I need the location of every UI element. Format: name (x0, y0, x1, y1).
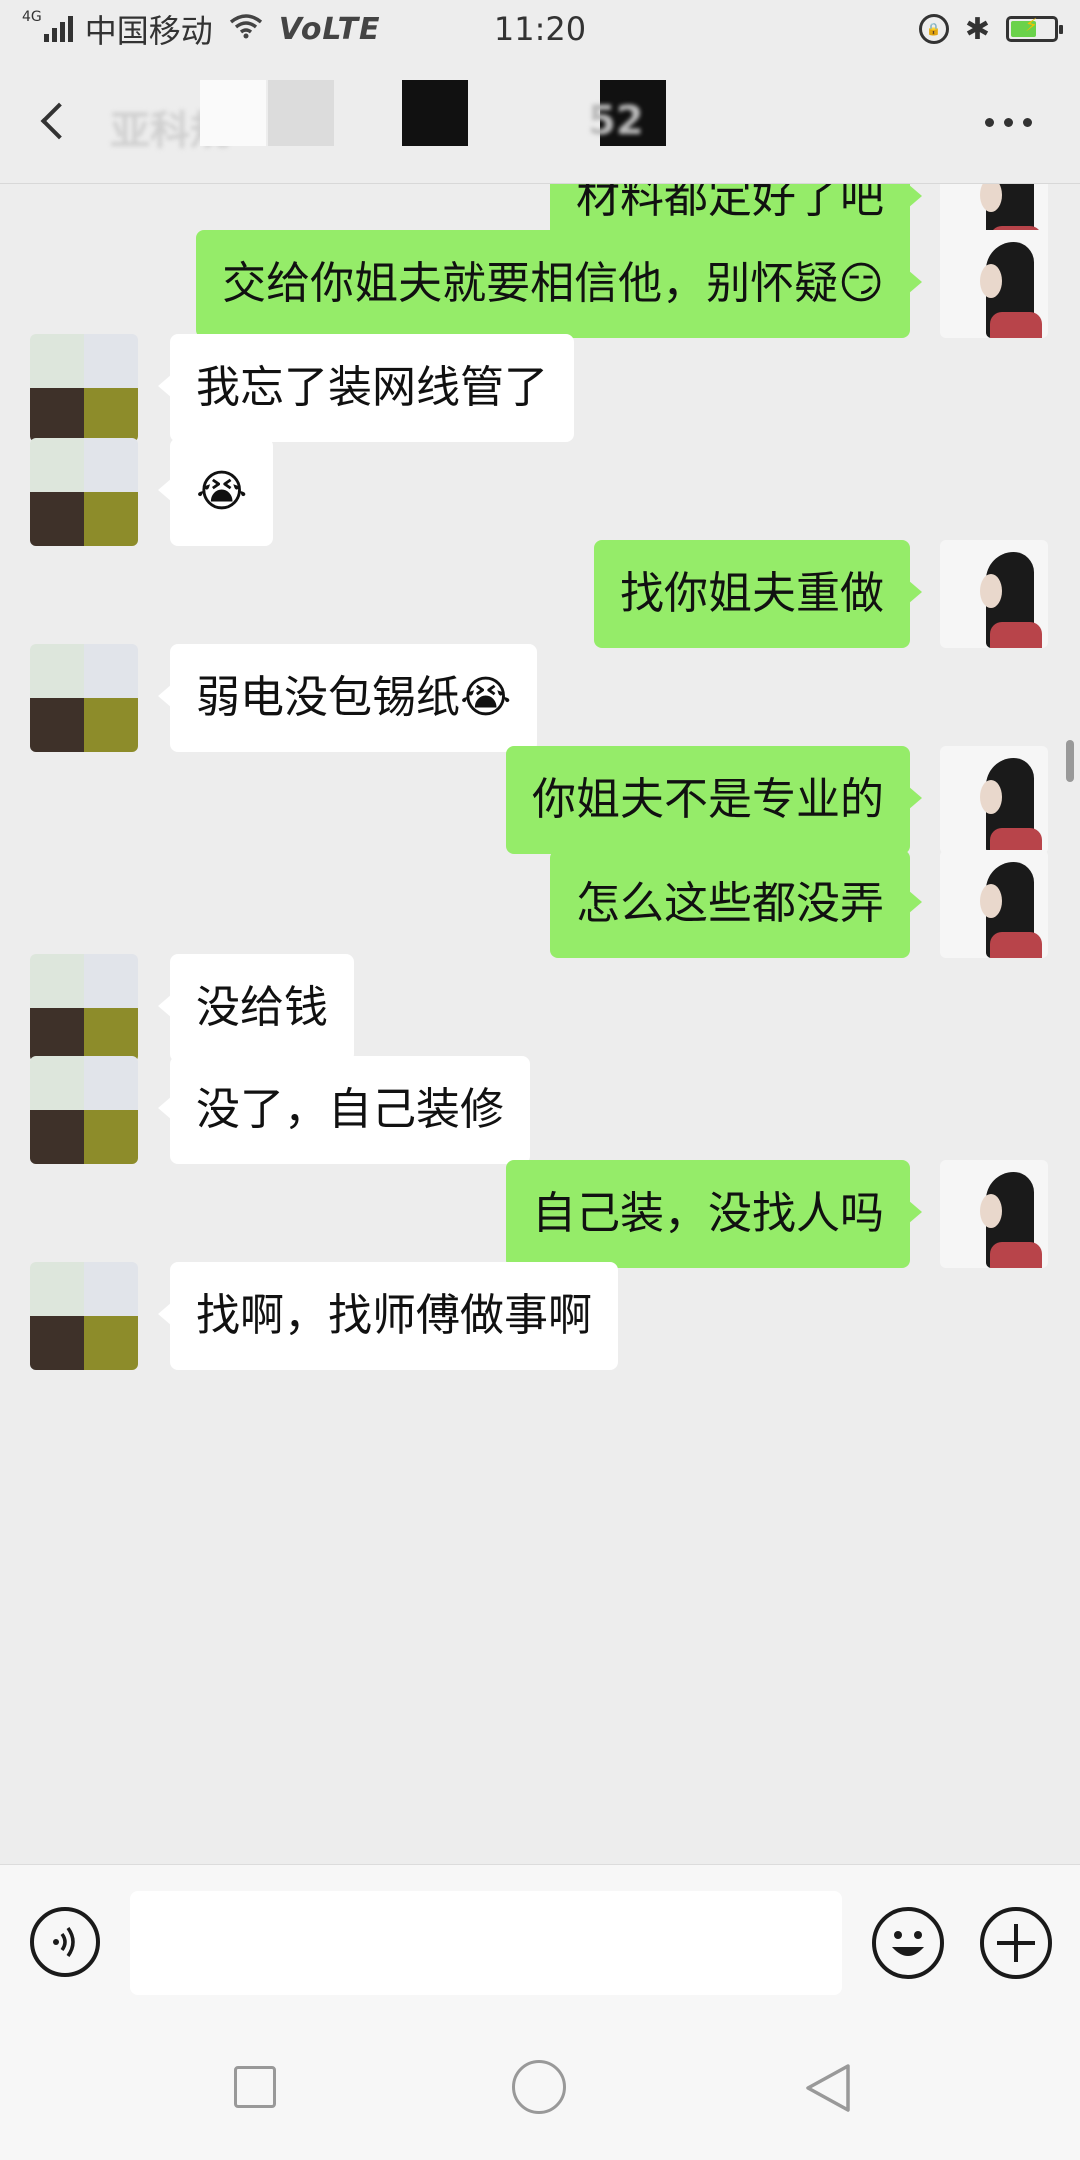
more-dots-icon (985, 117, 994, 127)
message-text: 找你姐夫重做 (620, 568, 884, 619)
bluetooth-icon: ✱ (964, 11, 990, 47)
contact-avatar[interactable] (30, 334, 138, 442)
contact-avatar[interactable] (30, 954, 138, 1062)
message-text: 我忘了装网线管了 (196, 362, 548, 413)
emoji-icon: 😭 (460, 672, 512, 723)
contact-avatar[interactable] (30, 1262, 138, 1370)
message-bubble[interactable]: 交给你姐夫就要相信他，别怀疑😏 (196, 230, 922, 338)
voice-icon (53, 1926, 75, 1958)
chevron-left-icon (40, 102, 78, 140)
smiley-icon (892, 1931, 924, 1956)
self-avatar[interactable] (940, 746, 1048, 854)
contact-avatar[interactable] (30, 644, 138, 752)
message-bubble[interactable]: 弱电没包锡纸😭 (157, 644, 538, 752)
message-row: 没了，自己装修 (0, 1056, 1080, 1164)
message-bubble[interactable]: 怎么这些都没弄 (550, 850, 922, 958)
wifi-icon (229, 12, 263, 47)
redaction-block (402, 80, 468, 146)
chat-title: 亚科规 52 (110, 80, 690, 160)
message-row: 没给钱 (0, 954, 1080, 1062)
emoji-icon: 😏 (838, 258, 884, 309)
recent-apps-button[interactable] (234, 2066, 276, 2108)
message-row: 自己装，没找人吗 (0, 1160, 1080, 1268)
self-avatar[interactable] (940, 230, 1048, 338)
self-avatar[interactable] (940, 1160, 1048, 1268)
navigation-bar (0, 2016, 1080, 2160)
input-bar (0, 1864, 1080, 2016)
chat-title-suffix: 52 (588, 98, 644, 144)
message-row: 找你姐夫重做 (0, 540, 1080, 648)
volte-label: VoLTE (278, 11, 381, 47)
message-row: 怎么这些都没弄 (0, 850, 1080, 958)
message-row: 弱电没包锡纸😭 (0, 644, 1080, 752)
status-bar: 4G 中国移动 VoLTE 11:20 🔒 ✱ ⚡ (0, 0, 1080, 58)
plus-button[interactable] (980, 1907, 1052, 1979)
self-avatar[interactable] (940, 540, 1048, 648)
message-row: 找啊，找师傅做事啊 (0, 1262, 1080, 1370)
battery-icon: ⚡ (1006, 15, 1063, 42)
message-bubble[interactable]: 找啊，找师傅做事啊 (158, 1262, 618, 1370)
lock-glyph: 🔒 (926, 22, 942, 36)
carrier-name: 中国移动 (84, 12, 213, 50)
message-text: 找啊，找师傅做事啊 (196, 1290, 592, 1341)
message-text: 弱电没包锡纸 (196, 672, 460, 723)
contact-avatar[interactable] (30, 1056, 138, 1164)
message-bubble[interactable]: 没给钱 (158, 954, 354, 1062)
chat-header: 亚科规 52 (0, 58, 1080, 184)
message-bubble[interactable]: 你姐夫不是专业的 (506, 746, 922, 854)
message-bubble[interactable]: 😭 (157, 438, 274, 546)
message-bubble[interactable]: 找你姐夫重做 (594, 540, 922, 648)
status-right: 🔒 ✱ ⚡ (918, 11, 1063, 47)
message-bubble[interactable]: 自己装，没找人吗 (506, 1160, 922, 1268)
message-text: 你姐夫不是专业的 (532, 774, 884, 825)
message-list[interactable]: 材料都定好了吧交给你姐夫就要相信他，别怀疑😏 我忘了装网线管了 😭 找你姐夫重做弱电没… (0, 184, 1080, 1864)
rotation-lock-icon: 🔒 (918, 14, 949, 44)
home-button[interactable] (512, 2060, 566, 2114)
more-button[interactable] (985, 110, 1032, 134)
message-text: 材料都定好了吧 (576, 184, 884, 223)
charging-bolt-icon: ⚡ (1025, 15, 1038, 36)
message-input[interactable] (130, 1891, 842, 1995)
message-text: 交给你姐夫就要相信他，别怀疑 (222, 258, 839, 309)
back-button[interactable] (34, 98, 78, 144)
voice-button[interactable] (30, 1907, 100, 1977)
message-bubble[interactable]: 没了，自己装修 (158, 1056, 530, 1164)
message-text: 自己装，没找人吗 (532, 1188, 884, 1239)
message-text: 没了，自己装修 (196, 1084, 504, 1135)
signal-icon (43, 16, 73, 42)
message-row: 😭 (0, 438, 1080, 546)
contact-avatar[interactable] (30, 438, 138, 546)
message-row: 交给你姐夫就要相信他，别怀疑😏 (0, 230, 1080, 338)
emoji-icon: 😭 (196, 466, 248, 517)
emoji-button[interactable] (872, 1907, 944, 1979)
self-avatar[interactable] (940, 850, 1048, 958)
redaction-block (268, 80, 334, 146)
message-text: 怎么这些都没弄 (576, 878, 884, 929)
battery-level: ⚡ (1011, 15, 1038, 37)
message-row: 我忘了装网线管了 (0, 334, 1080, 442)
network-type: 4G (22, 9, 42, 25)
nav-back-button[interactable] (800, 2060, 856, 2116)
message-text: 没给钱 (196, 982, 328, 1033)
message-bubble[interactable]: 我忘了装网线管了 (158, 334, 574, 442)
redaction-block (200, 80, 266, 146)
message-row: 你姐夫不是专业的 (0, 746, 1080, 854)
status-left: 4G 中国移动 VoLTE (22, 6, 381, 52)
